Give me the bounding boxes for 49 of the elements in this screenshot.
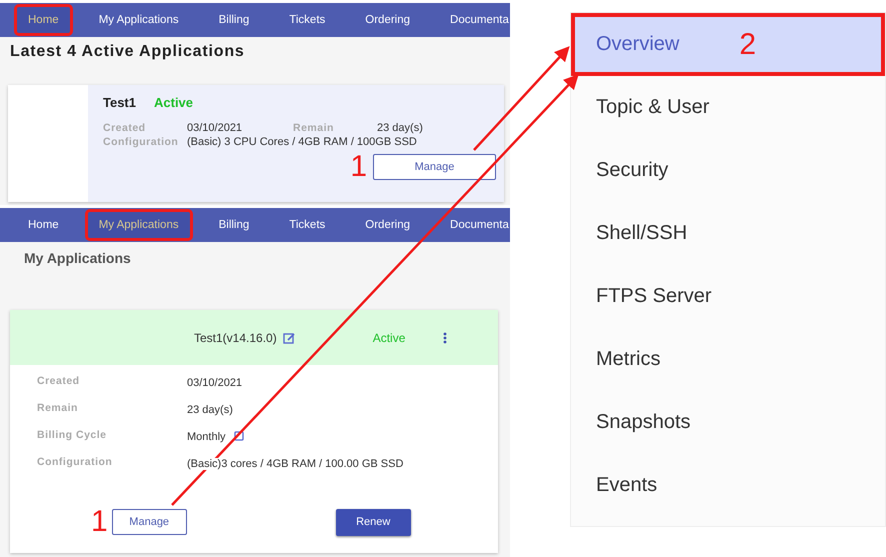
callout-number: 1 xyxy=(350,152,367,182)
nav-tab[interactable]: Home xyxy=(16,211,71,239)
nav-tab[interactable]: Billing xyxy=(206,211,262,239)
nav-tab[interactable]: Documenta xyxy=(438,211,510,239)
field-value: 03/10/2021 xyxy=(187,377,242,389)
page-heading: Latest 4 Active Applications xyxy=(9,42,246,62)
field-value: 23 day(s) xyxy=(187,404,233,416)
nav-tab[interactable]: Ordering xyxy=(353,6,422,34)
field-label: Remain xyxy=(293,122,335,134)
field-label: Billing Cycle xyxy=(37,429,108,443)
edit-icon[interactable] xyxy=(282,332,295,344)
more-icon[interactable] xyxy=(443,332,448,344)
field-label: Configuration xyxy=(103,136,180,148)
field-value: 23 day(s) xyxy=(377,122,424,134)
field-label: Configuration xyxy=(37,456,114,470)
field-value: (Basic)3 cores / 4GB RAM / 100.00 GB SSD xyxy=(187,458,404,470)
callout-number: 1 xyxy=(91,507,108,537)
sidebar-item[interactable]: Topic & User xyxy=(571,76,885,139)
field-value: Monthly xyxy=(187,431,226,443)
nav-tab[interactable]: Tickets xyxy=(277,211,338,239)
app-name: Test1(v14.16.0) xyxy=(194,330,277,344)
sidebar-item[interactable]: Metrics xyxy=(571,328,885,391)
sidebar-item[interactable]: Overview 2 xyxy=(571,13,885,76)
manage-button[interactable]: Manage xyxy=(373,154,496,180)
renew-button[interactable]: Renew xyxy=(336,508,411,536)
page-heading: My Applications xyxy=(23,249,132,268)
field-label: Remain xyxy=(37,402,79,416)
app-name: Test1 xyxy=(103,95,136,110)
edit-icon[interactable] xyxy=(234,431,244,441)
nav-tab[interactable]: Tickets xyxy=(277,6,338,34)
sidebar-item[interactable]: Security xyxy=(571,139,885,202)
nav-tab[interactable]: Home xyxy=(16,6,71,34)
sidebar-item[interactable]: Snapshots xyxy=(571,391,885,454)
sidebar-item[interactable]: FTPS Server xyxy=(571,265,885,328)
nav-tab[interactable]: Documenta xyxy=(438,6,510,34)
nav-tab[interactable]: My Applications xyxy=(86,211,191,239)
field-value: (Basic) 3 CPU Cores / 4GB RAM / 100GB SSD xyxy=(187,136,418,148)
nav-tab[interactable]: Billing xyxy=(206,6,262,34)
status-label: Active xyxy=(372,330,406,344)
manage-button[interactable]: Manage xyxy=(112,509,187,535)
field-label: Created xyxy=(37,375,81,389)
callout-number: 2 xyxy=(739,30,756,60)
field-label: Created xyxy=(103,122,147,134)
nav-tab[interactable]: My Applications xyxy=(86,6,191,34)
nav-tab[interactable]: Ordering xyxy=(353,211,422,239)
field-value: 03/10/2021 xyxy=(187,122,244,134)
status-label: Active xyxy=(154,95,194,110)
sidebar-item[interactable]: Shell/SSH xyxy=(571,202,885,265)
sidebar-item[interactable]: Events xyxy=(571,454,885,517)
